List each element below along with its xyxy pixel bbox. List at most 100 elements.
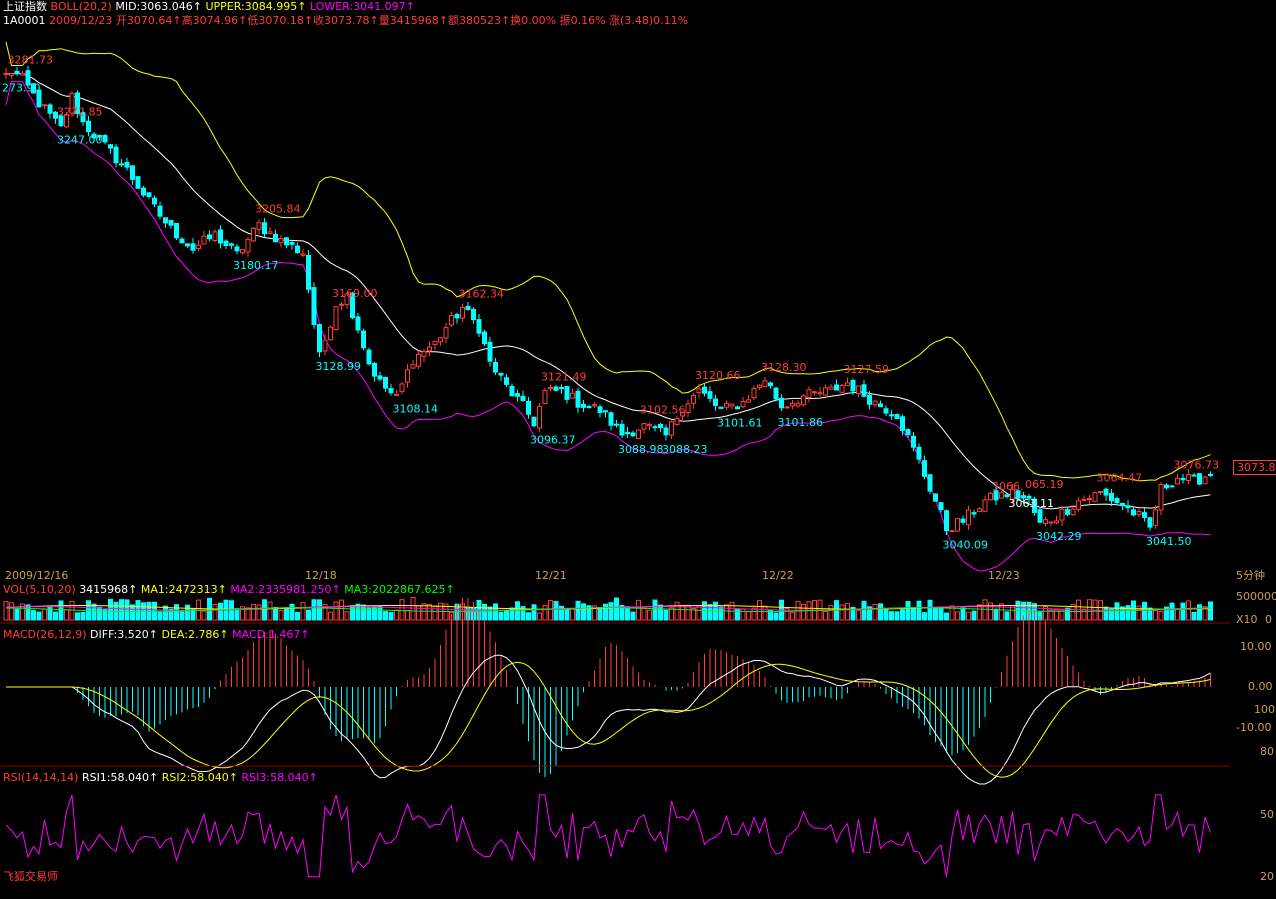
volume-bar bbox=[1197, 604, 1202, 621]
candle-body bbox=[955, 518, 960, 532]
candle-body bbox=[779, 397, 784, 409]
candle-body bbox=[1197, 473, 1202, 485]
price-annotation: 3102.56 bbox=[640, 404, 686, 417]
volume-bar bbox=[955, 611, 960, 621]
volume-bar bbox=[262, 599, 267, 621]
candle-body bbox=[839, 385, 845, 393]
stock-chart[interactable]: 3281.73 273.90 3272.85 3247.00 3205.84 3180.1… bbox=[0, 0, 1276, 899]
candle-body bbox=[773, 387, 779, 400]
volume-bar bbox=[47, 605, 53, 621]
candle-body bbox=[245, 238, 251, 253]
volume-bar bbox=[658, 604, 663, 621]
volume-bar bbox=[388, 612, 394, 621]
volume-bar bbox=[405, 609, 410, 621]
candle-body bbox=[856, 385, 861, 395]
volume-bar bbox=[42, 608, 47, 621]
rsi-axis-label: 20 bbox=[1260, 870, 1274, 883]
candle-body bbox=[817, 392, 823, 395]
volume-bar bbox=[1186, 600, 1191, 621]
volume-bar bbox=[960, 607, 966, 621]
volume-bar bbox=[1065, 607, 1070, 621]
candle-body bbox=[592, 404, 597, 407]
candle-body bbox=[971, 512, 977, 515]
volume-bar bbox=[515, 601, 520, 621]
candle-body bbox=[1043, 519, 1048, 524]
candle-body bbox=[1169, 485, 1175, 488]
volume-bar bbox=[1114, 602, 1120, 621]
candle-body bbox=[102, 134, 108, 143]
candle-body bbox=[471, 308, 476, 321]
candle-body bbox=[493, 361, 498, 373]
volume-bar bbox=[1191, 611, 1197, 621]
volume-bar bbox=[14, 608, 20, 621]
candle-body bbox=[707, 391, 713, 399]
candle-body bbox=[581, 403, 586, 408]
volume-bar bbox=[872, 603, 878, 621]
macd-diff: DIFF:3.520↑ bbox=[90, 628, 158, 641]
candle-body bbox=[262, 222, 267, 235]
volume-bar bbox=[614, 597, 619, 621]
candle-body bbox=[905, 429, 911, 436]
candle-body bbox=[113, 146, 119, 164]
candle-body bbox=[1076, 500, 1081, 510]
candle-body bbox=[515, 393, 520, 397]
candle-body bbox=[124, 161, 130, 168]
candle-body bbox=[207, 234, 212, 240]
candle-body bbox=[1087, 498, 1092, 501]
candle-body bbox=[526, 400, 531, 415]
volume-bar bbox=[498, 611, 504, 621]
volume-bar bbox=[916, 600, 922, 621]
price-annotation: 3120.66 bbox=[695, 369, 741, 382]
macd-diff-line bbox=[6, 654, 1211, 785]
candle-body bbox=[388, 388, 394, 394]
candle-body bbox=[674, 417, 680, 425]
candle-body bbox=[295, 245, 300, 254]
candle-body bbox=[1070, 508, 1076, 516]
price-annotation: 3128.30 bbox=[761, 361, 807, 374]
candle-body bbox=[383, 376, 388, 389]
volume-bar bbox=[130, 604, 135, 621]
volume-bar bbox=[845, 602, 850, 621]
candle-body bbox=[663, 427, 669, 436]
volume-bar bbox=[251, 604, 256, 621]
macd-axis-label: 10.00 bbox=[1240, 640, 1272, 653]
candle-body bbox=[740, 401, 746, 408]
candle-body bbox=[872, 400, 878, 406]
volume-bar bbox=[119, 599, 124, 621]
price-annotation: 3063.11 bbox=[1009, 497, 1055, 510]
candle-body bbox=[944, 510, 949, 532]
candle-body bbox=[1136, 511, 1142, 516]
volume-bar bbox=[531, 604, 537, 621]
price-annotation: 3281.73 bbox=[8, 54, 54, 67]
candle-body bbox=[42, 104, 47, 107]
volume-bar bbox=[933, 606, 938, 621]
candle-body bbox=[762, 380, 768, 388]
candle-body bbox=[938, 502, 944, 511]
candle-body bbox=[1048, 521, 1054, 524]
candle-body bbox=[724, 402, 729, 408]
volume-bar bbox=[971, 610, 977, 621]
candle-body bbox=[196, 244, 201, 250]
candle-body bbox=[174, 222, 179, 239]
price-annotation: 3108.14 bbox=[393, 402, 439, 415]
volume-bar bbox=[911, 607, 916, 621]
price-annotation: 3127.59 bbox=[844, 363, 890, 376]
candle-body bbox=[658, 424, 663, 429]
candle-body bbox=[575, 390, 581, 408]
candle-body bbox=[735, 406, 740, 410]
volume-bar bbox=[751, 607, 757, 621]
candle-body bbox=[718, 406, 724, 409]
volume-bar bbox=[9, 602, 14, 621]
candle-body bbox=[630, 432, 636, 437]
candle-body bbox=[377, 375, 383, 380]
candle-body bbox=[141, 187, 146, 196]
candle-body bbox=[977, 508, 982, 513]
volume-bar bbox=[597, 607, 603, 621]
candle-body bbox=[999, 492, 1004, 499]
candle-body bbox=[801, 395, 806, 406]
candle-body bbox=[1065, 509, 1070, 515]
candle-body bbox=[933, 493, 938, 502]
rsi-1: RSI1:58.040↑ bbox=[81, 771, 159, 784]
candle-body bbox=[850, 379, 856, 392]
date-label: 2009/12/16 bbox=[5, 569, 69, 582]
